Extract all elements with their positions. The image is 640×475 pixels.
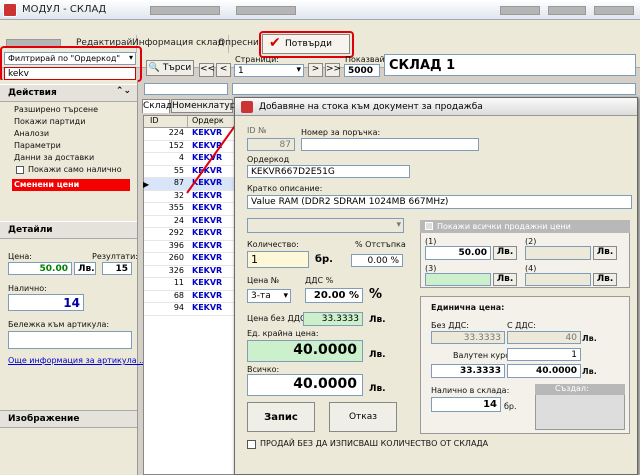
price-2-currency: Лв. [593, 246, 617, 260]
price-1-label: (1) [425, 237, 437, 246]
dialog-icon [241, 101, 253, 113]
quantity-label: Количество: [247, 240, 299, 249]
price-2-label: (2) [525, 237, 537, 246]
sum-currency: Лв. [582, 367, 597, 376]
vat-label: ДДС % [305, 276, 334, 285]
total-field: 40.0000 [247, 374, 363, 396]
total-label: Всичко: [247, 365, 280, 374]
stock-label: Налично в склада: [431, 386, 510, 395]
show-all-prices-checkbox[interactable] [425, 222, 433, 230]
add-item-dialog: Добавяне на стока към документ за продаж… [234, 97, 638, 475]
blank-select[interactable]: ▾ [247, 218, 404, 233]
unit-price-title: Единична цена: [431, 303, 505, 312]
unit-currency: Лв. [369, 350, 386, 360]
percent-sign: % [369, 287, 383, 302]
quantity-unit: бр. [315, 254, 333, 265]
price-3-label: (3) [425, 264, 437, 273]
order-no-input[interactable] [301, 138, 479, 151]
stock-field: 14 [431, 397, 501, 412]
id-label: ID № [247, 126, 267, 135]
rate-label: Валутен курс: [453, 351, 513, 360]
no-stock-checkbox[interactable] [247, 440, 256, 449]
vat-input[interactable]: 20.00 % [305, 288, 363, 303]
sum-no-vat-field: 33.3333 [431, 364, 505, 378]
ordercode-label: Ордеркод [247, 155, 290, 164]
unit-price-field[interactable]: 40.0000 [247, 340, 363, 362]
chevron-down-icon: ▾ [396, 220, 401, 230]
save-button[interactable]: Запис [247, 402, 315, 432]
description-label: Кратко описание: [247, 184, 323, 193]
with-vat-currency: Лв. [582, 334, 597, 343]
total-currency: Лв. [369, 384, 386, 394]
price-4-field [525, 273, 591, 286]
discount-label: % Отстъпка [355, 240, 406, 249]
price-1-currency: Лв. [493, 246, 517, 260]
no-stock-label: ПРОДАЙ БЕЗ ДА ИЗПИСВАШ КОЛИЧЕСТВО ОТ СКЛ… [260, 439, 489, 448]
price-4-label: (4) [525, 264, 537, 273]
quantity-input[interactable]: 1 [247, 251, 309, 268]
price-1-field: 50.00 [425, 246, 491, 260]
price-2-field [525, 246, 591, 260]
net-currency: Лв. [369, 315, 386, 325]
price-3-currency: Лв. [493, 273, 517, 286]
chevron-down-icon: ▾ [283, 291, 288, 301]
net-price-field[interactable]: 33.3333 [303, 312, 363, 326]
price-no-select[interactable]: 3-та ▾ [247, 289, 291, 303]
with-vat-label: С ДДС: [507, 321, 536, 330]
order-no-label: Номер за поръчка: [301, 128, 381, 137]
price-4-currency: Лв. [593, 273, 617, 286]
price-no-value: 3-та [251, 291, 271, 301]
price-no-label: Цена № [247, 276, 280, 285]
with-vat-field: 40 [507, 331, 581, 344]
rate-field[interactable]: 1 [507, 348, 581, 361]
dialog-title: Добавяне на стока към документ за продаж… [235, 98, 637, 116]
discount-input[interactable]: 0.00 % [351, 254, 403, 267]
cancel-button[interactable]: Отказ [329, 402, 397, 432]
ordercode-field: KEKVR667D2E51G [247, 165, 410, 178]
unit-price-label: Ед. крайна цена: [247, 329, 319, 338]
stock-unit: бр. [504, 402, 517, 411]
price-3-field [425, 273, 491, 286]
description-field: Value RAM (DDR2 SDRAM 1024MB 667MHz) [247, 195, 632, 209]
net-price-label: Цена без ДДС: [247, 314, 309, 323]
id-field: 87 [247, 138, 295, 151]
no-vat-field: 33.3333 [431, 331, 505, 344]
created-by-label: Създал: [535, 384, 625, 395]
no-vat-label: Без ДДС: [431, 321, 469, 330]
show-all-prices-label: Покажи всички продажни цени [437, 222, 571, 231]
sum-with-vat-field: 40.0000 [507, 364, 581, 378]
